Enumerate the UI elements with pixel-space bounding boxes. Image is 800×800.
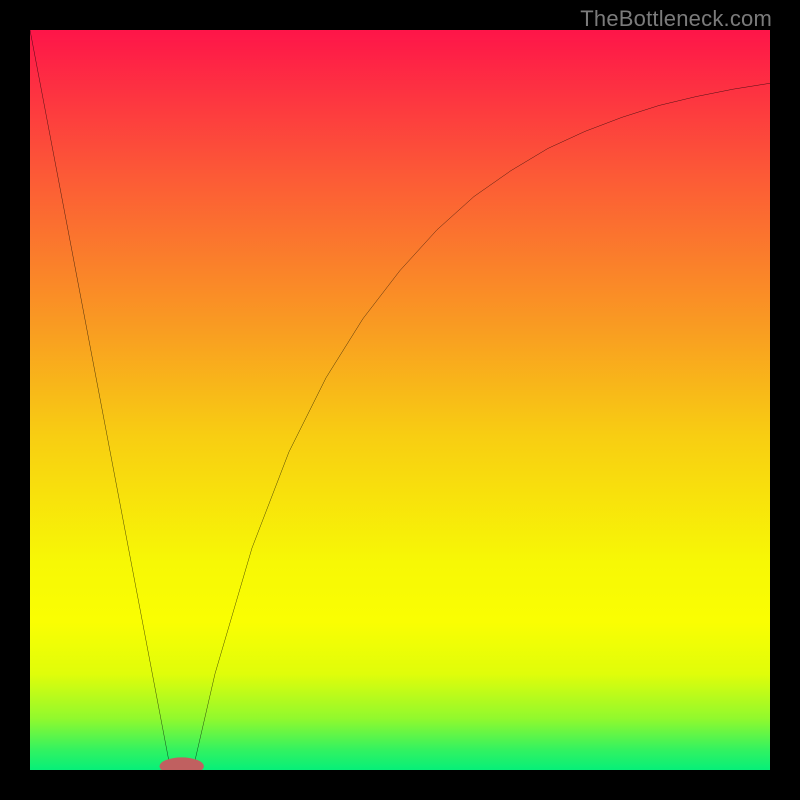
watermark-text: TheBottleneck.com: [580, 6, 772, 32]
chart-background: [30, 30, 770, 770]
chart-svg: [30, 30, 770, 770]
chart-frame: TheBottleneck.com: [0, 0, 800, 800]
plot-area: [30, 30, 770, 770]
